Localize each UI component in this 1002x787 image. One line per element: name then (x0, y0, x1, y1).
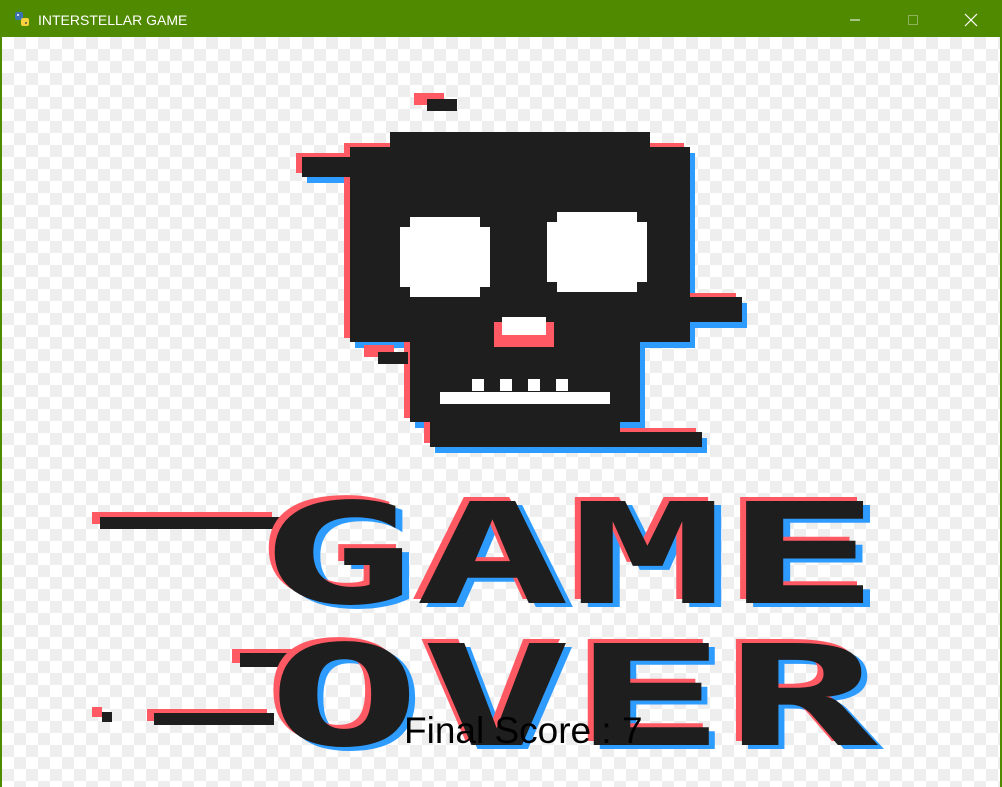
final-score-label: Final Score : (404, 710, 622, 751)
game-canvas[interactable]: GAME GAME GAME OVER OVER OVER Final Scor… (2, 37, 1000, 787)
title-bar[interactable]: INTERSTELLAR GAME (2, 2, 1000, 37)
close-icon (964, 13, 978, 26)
python-icon (15, 12, 29, 26)
game-over-illustration: GAME GAME GAME OVER OVER OVER (92, 93, 887, 783)
minimize-icon (850, 19, 860, 20)
game-window: INTERSTELLAR GAME GAME GAME GAME OVER OV… (0, 0, 1002, 787)
minimize-button[interactable] (826, 2, 884, 37)
close-button[interactable] (942, 2, 1000, 37)
svg-text:OVER: OVER (268, 616, 879, 779)
maximize-button[interactable] (884, 2, 942, 37)
skull-icon (296, 93, 747, 453)
final-score-value: 7 (621, 710, 643, 751)
window-title: INTERSTELLAR GAME (38, 12, 188, 28)
maximize-icon (908, 14, 918, 25)
final-score: Final Score : 7 (404, 709, 643, 753)
